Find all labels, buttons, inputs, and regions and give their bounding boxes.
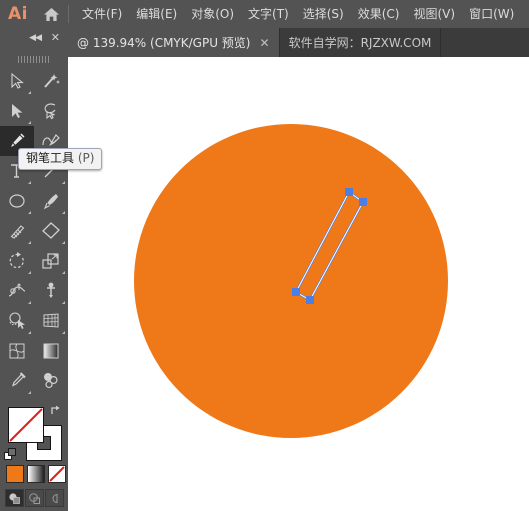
tooltip-shortcut: (P) xyxy=(77,151,95,165)
menu-window[interactable]: 窗口(W) xyxy=(462,0,521,28)
eyedropper-tool[interactable] xyxy=(0,366,34,396)
draw-mode-row xyxy=(5,489,64,507)
no-fill-indicator xyxy=(9,408,43,442)
width-tool[interactable] xyxy=(0,276,34,306)
gradient-mode-button[interactable] xyxy=(27,465,45,483)
selection-tool[interactable] xyxy=(0,66,34,96)
tool-corner-marker xyxy=(28,181,31,184)
anchor-point[interactable] xyxy=(359,198,367,206)
menu-object[interactable]: 对象(O) xyxy=(184,0,241,28)
tool-corner-marker xyxy=(62,211,65,214)
lasso-tool[interactable] xyxy=(34,96,68,126)
tool-corner-marker xyxy=(28,331,31,334)
gradient-tool[interactable] xyxy=(34,336,68,366)
color-controls xyxy=(0,399,68,511)
tool-corner-marker xyxy=(28,391,31,394)
tool-corner-marker xyxy=(62,181,65,184)
document-tab-bar: @ 139.94% (CMYK/GPU 预览) ✕ 软件自学网：RJZXW.CO… xyxy=(0,28,529,57)
tooltip-label: 钢笔工具 xyxy=(26,151,75,165)
menu-file[interactable]: 文件(F) xyxy=(75,0,129,28)
ellipse-tool[interactable] xyxy=(0,186,34,216)
color-mode-row xyxy=(6,465,66,483)
tool-corner-marker xyxy=(62,241,65,244)
canvas-svg xyxy=(134,124,448,438)
menu-select[interactable]: 选择(S) xyxy=(296,0,351,28)
document-tab-secondary[interactable]: 软件自学网：RJZXW.COM xyxy=(280,28,442,57)
collapse-icon[interactable]: ◀◀ xyxy=(29,32,42,44)
tool-corner-marker xyxy=(62,301,65,304)
app-logo: Ai xyxy=(8,4,28,24)
anchor-point[interactable] xyxy=(292,288,300,296)
tool-corner-marker xyxy=(28,91,31,94)
fill-swatch[interactable] xyxy=(8,407,44,443)
anchor-point[interactable] xyxy=(306,296,314,304)
eraser-tool[interactable] xyxy=(34,216,68,246)
free-transform-tool[interactable] xyxy=(34,276,68,306)
anchor-point[interactable] xyxy=(345,188,353,196)
rotate-tool[interactable] xyxy=(0,246,34,276)
panel-grip[interactable] xyxy=(0,52,68,66)
mesh-tool[interactable] xyxy=(0,336,34,366)
swap-fill-stroke-icon[interactable] xyxy=(50,402,63,421)
tools-panel: ◀◀ ✕ xyxy=(0,28,68,511)
artboard-canvas[interactable] xyxy=(68,57,529,511)
blend-tool[interactable] xyxy=(34,366,68,396)
draw-inside-button[interactable] xyxy=(45,489,64,507)
document-tab-label: @ 139.94% (CMYK/GPU 预览) xyxy=(77,36,251,50)
draw-normal-button[interactable] xyxy=(5,489,24,507)
tool-corner-marker xyxy=(28,211,31,214)
paintbrush-tool[interactable] xyxy=(34,186,68,216)
orange-circle[interactable] xyxy=(134,124,448,438)
scale-tool[interactable] xyxy=(34,246,68,276)
tool-corner-marker xyxy=(28,301,31,304)
close-icon[interactable]: ✕ xyxy=(51,32,60,44)
menu-type[interactable]: 文字(T) xyxy=(241,0,296,28)
shaper-tool[interactable] xyxy=(0,216,34,246)
tool-corner-marker xyxy=(62,271,65,274)
menu-bar: Ai 文件(F) 编辑(E) 对象(O) 文字(T) 选择(S) 效果(C) 视… xyxy=(0,0,529,28)
close-icon[interactable]: ✕ xyxy=(260,37,270,49)
tool-corner-marker xyxy=(28,121,31,124)
menubar-divider xyxy=(68,5,69,23)
default-fill-stroke-icon[interactable] xyxy=(4,447,18,466)
tools-panel-header: ◀◀ ✕ xyxy=(0,28,68,52)
menu-edit[interactable]: 编辑(E) xyxy=(129,0,184,28)
perspective-grid-tool[interactable] xyxy=(34,306,68,336)
document-tab-active[interactable]: @ 139.94% (CMYK/GPU 预览) ✕ xyxy=(68,28,280,57)
color-mode-button[interactable] xyxy=(6,465,24,483)
menu-view[interactable]: 视图(V) xyxy=(406,0,462,28)
tool-tooltip: 钢笔工具 (P) xyxy=(18,148,103,170)
magic-wand-tool[interactable] xyxy=(34,66,68,96)
tool-corner-marker xyxy=(28,271,31,274)
menu-effect[interactable]: 效果(C) xyxy=(351,0,407,28)
tool-corner-marker xyxy=(28,241,31,244)
home-icon[interactable] xyxy=(36,7,66,22)
tool-corner-marker xyxy=(62,331,65,334)
direct-selection-tool[interactable] xyxy=(0,96,34,126)
none-mode-button[interactable] xyxy=(48,465,66,483)
document-tab-label: 软件自学网：RJZXW.COM xyxy=(288,36,432,50)
draw-behind-button[interactable] xyxy=(25,489,44,507)
shape-builder-tool[interactable] xyxy=(0,306,34,336)
